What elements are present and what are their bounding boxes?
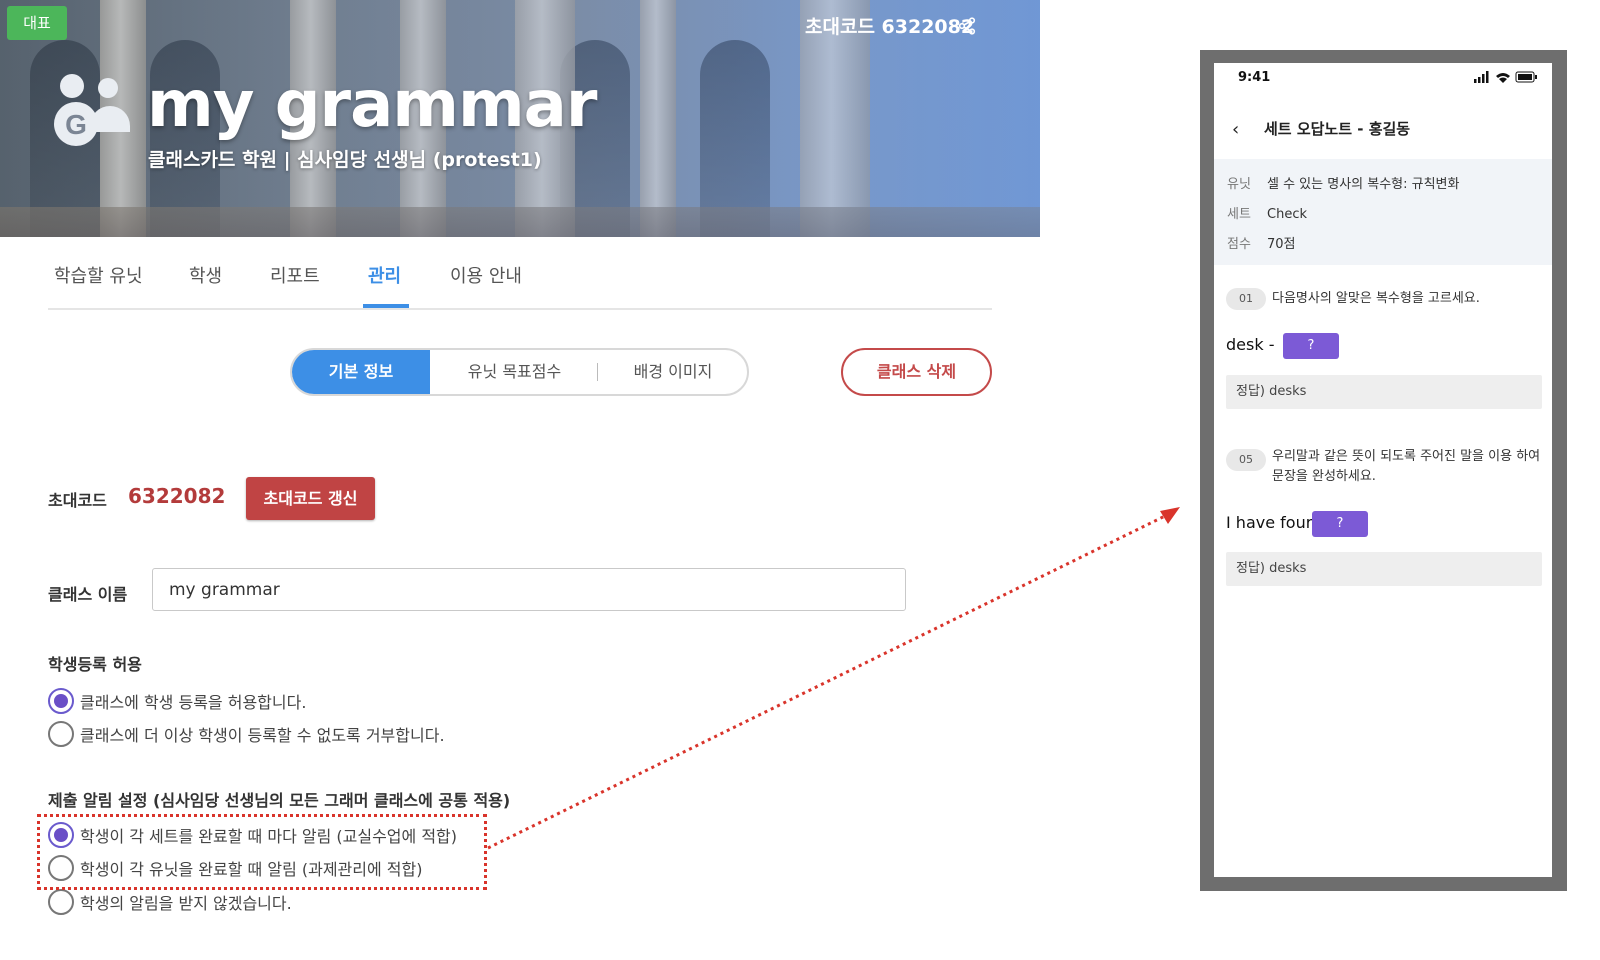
status-icons <box>1474 71 1537 83</box>
info-value: 70점 <box>1267 237 1296 252</box>
phone-screen: 9:41 ‹ 세트 오답노트 - 홍길동 유닛 셀 수 있는 명사의 복수형: 규… <box>1214 63 1552 877</box>
info-value: 셀 수 있는 명사의 복수형: 규칙변화 <box>1267 177 1460 192</box>
registration-heading: 학생등록 허용 <box>48 655 142 674</box>
radio-button[interactable] <box>48 889 74 915</box>
question-answer-prefix: desk - <box>1226 335 1275 354</box>
question-text: 다음명사의 알맞은 복수형을 고르세요. <box>1272 291 1480 306</box>
radio-label: 학생의 알림을 받지 않겠습니다. <box>80 894 292 913</box>
segment-unit-target-score[interactable]: 유닛 목표점수 <box>432 350 597 394</box>
question-number-badge: 01 <box>1226 288 1266 310</box>
representative-badge: 대표 <box>7 6 67 40</box>
info-row-score: 점수 70점 <box>1227 233 1296 252</box>
notification-heading: 제출 알림 설정 (심사임당 선생님의 모든 그래머 클래스에 공통 적용) <box>48 791 511 810</box>
main-tabs: 학습할 유닛 학생 리포트 관리 이용 안내 <box>48 250 992 310</box>
back-chevron-icon[interactable]: ‹ <box>1232 119 1239 140</box>
info-value: Check <box>1267 207 1307 222</box>
refresh-invite-code-button[interactable]: 초대코드 갱신 <box>246 477 375 520</box>
segment-background-image[interactable]: 배경 이미지 <box>598 350 747 394</box>
class-name-input[interactable] <box>152 568 906 611</box>
radio-label: 클래스에 학생 등록을 허용합니다. <box>80 693 307 712</box>
tab-manage[interactable]: 관리 <box>368 262 401 288</box>
class-banner: 대표 초대코드 6322082 G my grammar 클래스카드 학원 | … <box>0 0 1040 237</box>
registration-option-deny[interactable]: 클래스에 더 이상 학생이 등록할 수 없도록 거부합니다. <box>48 720 445 748</box>
segment-basic-info[interactable]: 기본 정보 <box>292 350 430 394</box>
tab-guide[interactable]: 이용 안내 <box>450 262 522 288</box>
invite-code-value: 6322082 <box>128 484 226 508</box>
info-row-set: 세트 Check <box>1227 203 1307 222</box>
class-name-label: 클래스 이름 <box>48 585 128 604</box>
status-time: 9:41 <box>1238 70 1271 85</box>
tab-reports[interactable]: 리포트 <box>270 262 320 288</box>
delete-class-button[interactable]: 클래스 삭제 <box>841 348 992 396</box>
question-answer-prefix: I have four <box>1226 513 1313 532</box>
correct-answer-box: 정답) desks <box>1226 375 1542 409</box>
set-info-panel: 유닛 셀 수 있는 명사의 복수형: 규칙변화 세트 Check 점수 70점 <box>1214 159 1552 265</box>
info-key: 점수 <box>1227 237 1251 252</box>
notification-option-none[interactable]: 학생의 알림을 받지 않겠습니다. <box>48 888 292 916</box>
svg-text:G: G <box>65 109 87 140</box>
class-subtitle: 클래스카드 학원 | 심사임당 선생님 (protest1) <box>148 149 542 171</box>
invite-code-label: 초대코드 <box>48 491 107 510</box>
nav-title: 세트 오답노트 - 홍길동 <box>1264 120 1411 138</box>
info-key: 세트 <box>1227 207 1251 222</box>
radio-button[interactable] <box>48 721 74 747</box>
question-text: 우리말과 같은 뜻이 되도록 주어진 말을 이용 하여 문장을 완성하세요. <box>1272 449 1541 484</box>
settings-segmented-control: 기본 정보 유닛 목표점수 배경 이미지 <box>290 348 749 396</box>
active-tab-indicator <box>363 304 409 308</box>
tab-units[interactable]: 학습할 유닛 <box>54 262 143 288</box>
info-row-unit: 유닛 셀 수 있는 명사의 복수형: 규칙변화 <box>1227 173 1459 192</box>
question-number-badge: 05 <box>1226 449 1266 471</box>
banner-invite-code: 초대코드 6322082 <box>805 16 975 38</box>
answer-chip[interactable]: ? <box>1312 511 1368 537</box>
correct-answer-box: 정답) desks <box>1226 552 1542 586</box>
classcard-logo-icon: G <box>54 74 130 146</box>
registration-option-allow[interactable]: 클래스에 학생 등록을 허용합니다. <box>48 687 306 715</box>
share-icon[interactable] <box>958 17 976 35</box>
radio-label: 클래스에 더 이상 학생이 등록할 수 없도록 거부합니다. <box>80 726 445 745</box>
tab-students[interactable]: 학생 <box>189 262 222 288</box>
highlight-annotation-box <box>37 814 487 890</box>
info-key: 유닛 <box>1227 177 1251 192</box>
answer-chip[interactable]: ? <box>1283 333 1339 359</box>
class-title: my grammar <box>147 68 597 142</box>
radio-button[interactable] <box>48 688 74 714</box>
